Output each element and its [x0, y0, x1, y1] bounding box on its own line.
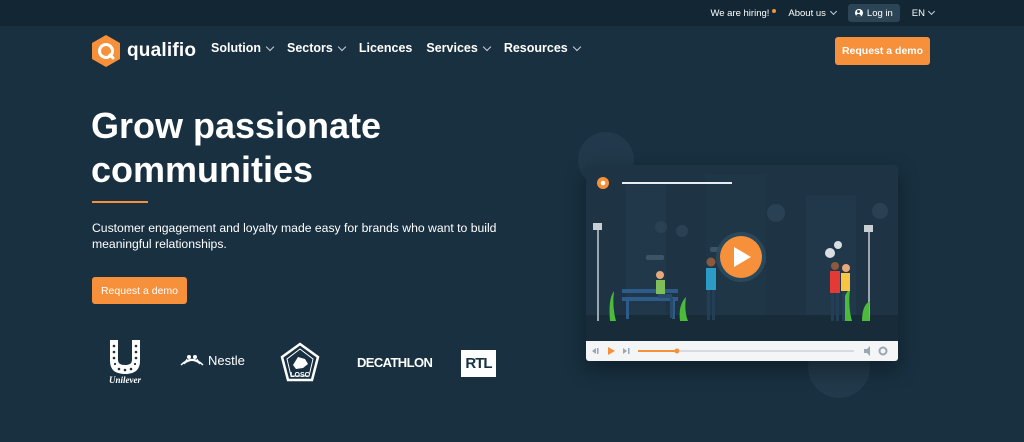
qualifio-logo[interactable]: qualifio: [91, 35, 196, 67]
chevron-down-icon: [829, 7, 837, 16]
request-demo-hero-button[interactable]: Request a demo: [92, 277, 187, 304]
nestle-nest-icon: [180, 355, 204, 366]
unilever-wordmark: Unilever: [109, 375, 141, 385]
nav-resources-label: Resources: [503, 41, 568, 55]
nav-sectors[interactable]: Sectors: [287, 41, 347, 55]
logo-text: qualifio: [127, 40, 197, 61]
video-illustration: [586, 165, 898, 341]
utility-links: We are hiring! About us Log in EN: [710, 0, 936, 26]
video-controls: [586, 341, 898, 361]
logo-hexagon-icon: [92, 35, 120, 67]
nav-sectors-label: Sectors: [287, 41, 333, 55]
request-demo-header-button[interactable]: Request a demo: [835, 37, 930, 65]
chevron-down-icon: [482, 42, 492, 51]
volume-icon[interactable]: [864, 346, 870, 356]
video-player[interactable]: [586, 165, 898, 361]
user-icon: [854, 9, 863, 17]
rtl-logo: RTL: [461, 350, 496, 377]
settings-gear-icon[interactable]: [878, 346, 888, 356]
progress-thumb[interactable]: [674, 348, 680, 354]
svg-text:LOSC: LOSC: [290, 372, 309, 379]
play-icon[interactable]: [608, 347, 615, 355]
language-label: EN: [911, 7, 925, 19]
nav-resources[interactable]: Resources: [503, 41, 581, 55]
hero-subtitle: Customer engagement and loyalty made eas…: [92, 221, 497, 251]
forward-icon[interactable]: [623, 348, 627, 354]
nav-services-label: Services: [426, 41, 478, 55]
chevron-down-icon: [927, 7, 936, 16]
chevron-down-icon: [337, 42, 347, 51]
unilever-logo: Unilever: [101, 338, 149, 388]
nav-services[interactable]: Services: [426, 41, 492, 55]
login-label: Log in: [866, 7, 893, 19]
video-stage: [586, 165, 898, 341]
title-underline: [92, 201, 148, 203]
rewind-icon[interactable]: [592, 348, 596, 354]
chevron-down-icon: [265, 42, 275, 51]
hero-title: Grow passionate communities: [91, 105, 382, 190]
video-controls-svg: [592, 346, 888, 356]
losc-logo: LOSC: [279, 342, 321, 384]
unilever-u-mark: [110, 340, 140, 374]
nav-licences-label: Licences: [358, 41, 413, 55]
chevron-down-icon: [572, 42, 581, 51]
nav-solution-label: Solution: [211, 41, 261, 55]
language-selector[interactable]: EN: [911, 7, 936, 19]
hiring-dot-icon: [772, 8, 777, 13]
nav-licences[interactable]: Licences: [359, 41, 413, 55]
losc-wordmark: LOSC: [290, 372, 309, 379]
top-utility-bar: We are hiring! About us Log in EN: [0, 0, 1024, 26]
about-us-label: About us: [788, 7, 826, 19]
progress-fill: [638, 350, 677, 352]
hiring-label: We are hiring!: [710, 7, 770, 19]
decathlon-logo: DECATHLON: [357, 355, 433, 370]
login-button[interactable]: Log in: [847, 4, 900, 22]
main-nav: Solution Sectors Licences Services Resou…: [211, 41, 581, 55]
about-us-menu[interactable]: About us: [788, 7, 837, 19]
nav-solution[interactable]: Solution: [211, 41, 275, 55]
hiring-link[interactable]: We are hiring!: [710, 7, 777, 19]
nestle-logo: Nestle: [179, 351, 245, 369]
nestle-wordmark: Nestle: [208, 352, 245, 368]
